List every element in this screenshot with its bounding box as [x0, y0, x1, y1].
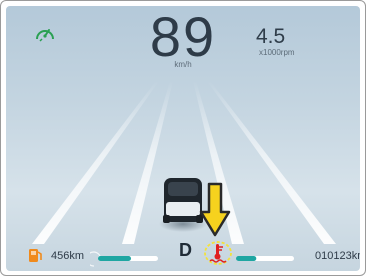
fuel-gauge-fill	[98, 256, 131, 261]
temperature-gauge	[236, 256, 294, 261]
speed-value: 89	[149, 6, 217, 68]
instrument-cluster-display: 89 km/h 4.5 x1000rpm 456km D 010123k	[6, 6, 360, 271]
temperature-gauge-fill	[236, 256, 257, 261]
fuel-gauge	[90, 251, 158, 267]
odometer: 010123km	[315, 250, 360, 262]
arrow-down-icon	[199, 182, 231, 237]
gear-indicator: D	[179, 240, 192, 260]
instrument-cluster-frame: 89 km/h 4.5 x1000rpm 456km D 010123k	[0, 0, 366, 276]
rpm-unit: x1000rpm	[259, 48, 295, 57]
coolant-temperature-warning-icon	[204, 241, 232, 265]
fuel-range: 456km	[51, 250, 85, 262]
fuel-pump-icon	[29, 249, 42, 262]
speed-limiter-icon	[36, 29, 54, 42]
car-icon	[163, 178, 203, 223]
speed-unit: km/h	[174, 60, 192, 69]
rpm-value: 4.5	[256, 25, 286, 48]
